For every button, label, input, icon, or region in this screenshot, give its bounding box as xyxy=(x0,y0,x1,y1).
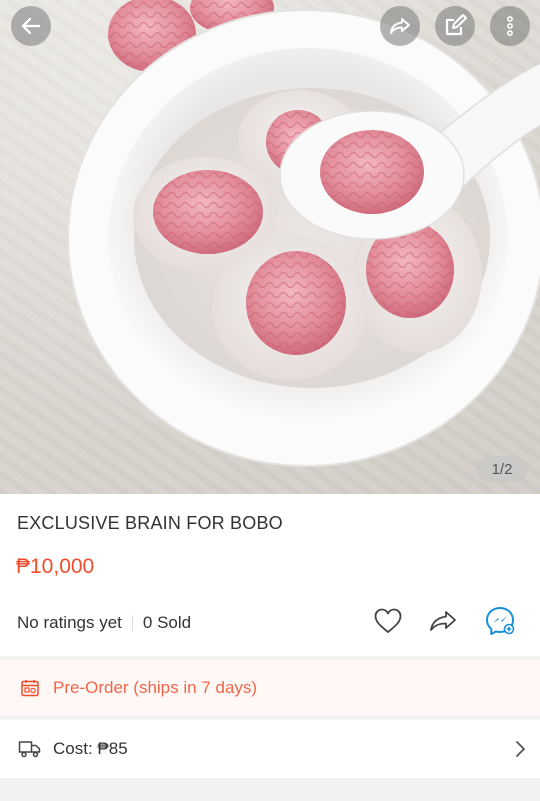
product-photo xyxy=(67,0,540,467)
arrow-left-icon xyxy=(21,17,41,35)
heart-icon xyxy=(374,608,402,633)
product-stats: No ratings yet 0 Sold xyxy=(17,613,191,633)
product-info: EXCLUSIVE BRAIN FOR BOBO ₱10,000 No rati… xyxy=(0,494,540,656)
shipping-row[interactable]: Cost: ₱85 xyxy=(0,720,540,778)
image-counter: 1/2 xyxy=(476,456,528,482)
share-product-button[interactable] xyxy=(427,605,459,637)
product-image[interactable]: 1/2 xyxy=(0,0,540,494)
back-button[interactable] xyxy=(11,6,51,46)
chevron-right-icon xyxy=(516,741,525,757)
share-icon xyxy=(430,611,456,631)
sold-count: 0 Sold xyxy=(142,613,192,632)
share-icon xyxy=(390,18,410,34)
shipping-cost: Cost: ₱85 xyxy=(53,739,128,758)
more-button[interactable] xyxy=(490,6,530,46)
calendar-icon xyxy=(21,679,39,696)
edit-icon xyxy=(445,14,467,36)
like-button[interactable] xyxy=(372,605,404,637)
product-price: ₱10,000 xyxy=(16,555,95,578)
dumpling-4 xyxy=(212,236,368,380)
preorder-label: Pre-Order (ships in 7 days) xyxy=(53,677,258,697)
share-button[interactable] xyxy=(380,6,420,46)
more-vertical-icon xyxy=(507,16,513,36)
messenger-icon xyxy=(486,607,515,635)
product-title: EXCLUSIVE BRAIN FOR BOBO xyxy=(17,513,283,533)
messenger-button[interactable] xyxy=(484,605,516,637)
preorder-banner: Pre-Order (ships in 7 days) xyxy=(0,660,540,715)
stats-divider xyxy=(131,615,133,631)
ratings-text: No ratings yet xyxy=(17,613,122,632)
truck-icon xyxy=(18,741,41,758)
edit-button[interactable] xyxy=(435,6,475,46)
